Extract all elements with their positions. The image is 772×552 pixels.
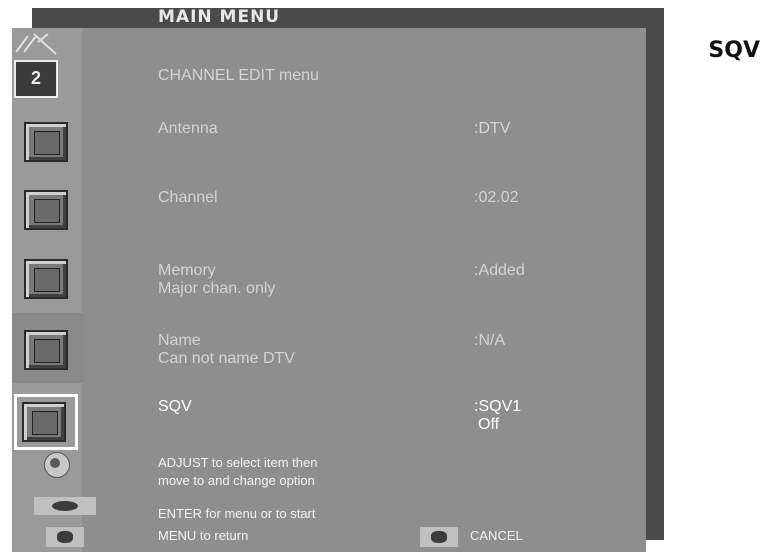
adjust-knob-icon <box>44 452 70 478</box>
menu-item-memory-value[interactable]: :Added <box>474 262 525 280</box>
menu-item-icon[interactable] <box>22 402 66 442</box>
menu-item-name-value[interactable]: :N/A <box>474 332 505 350</box>
menu-item-antenna-value[interactable]: :DTV <box>474 120 510 138</box>
menu-heading: CHANNEL EDIT menu <box>158 67 319 84</box>
menu-panel <box>12 28 646 552</box>
menu-item-icon <box>24 259 68 299</box>
title-bar <box>32 8 664 28</box>
menu-item-memory-sub: Major chan. only <box>158 280 276 297</box>
menu-item-name-label[interactable]: Name <box>158 332 201 350</box>
help-cancel[interactable]: CANCEL <box>470 527 523 545</box>
menu-item-channel-value[interactable]: :02.02 <box>474 189 518 207</box>
help-enter: ENTER for menu or to start <box>158 506 316 521</box>
menu-item-sqv-value2[interactable]: Off <box>478 416 499 434</box>
menu-item-name-sub: Can not name DTV <box>158 350 295 367</box>
sqv-side-label: SQV <box>708 38 760 63</box>
help-menu: MENU to return <box>158 528 249 543</box>
tv-channel-icon: 2 <box>14 60 58 98</box>
menu-item-antenna-label[interactable]: Antenna <box>158 120 218 138</box>
cancel-button-icon[interactable] <box>420 527 458 547</box>
enter-button-icon <box>34 497 96 515</box>
menu-item-memory-label[interactable]: Memory <box>158 262 216 280</box>
menu-item-icon <box>24 330 68 370</box>
menu-item-sqv-value[interactable]: :SQV1 <box>474 398 521 416</box>
menu-item-icon <box>24 122 68 162</box>
menu-button-icon <box>46 527 84 547</box>
help-adjust-line2: move to and change option <box>158 473 315 488</box>
menu-item-sqv-label[interactable]: SQV <box>158 398 192 416</box>
menu-item-icon <box>24 190 68 230</box>
channel-number-badge: 2 <box>30 68 41 88</box>
antenna-icon <box>15 33 57 55</box>
menu-title: MAIN MENU <box>158 7 281 27</box>
menu-item-channel-label[interactable]: Channel <box>158 189 218 207</box>
help-adjust-line1: ADJUST to select item then <box>158 455 318 470</box>
